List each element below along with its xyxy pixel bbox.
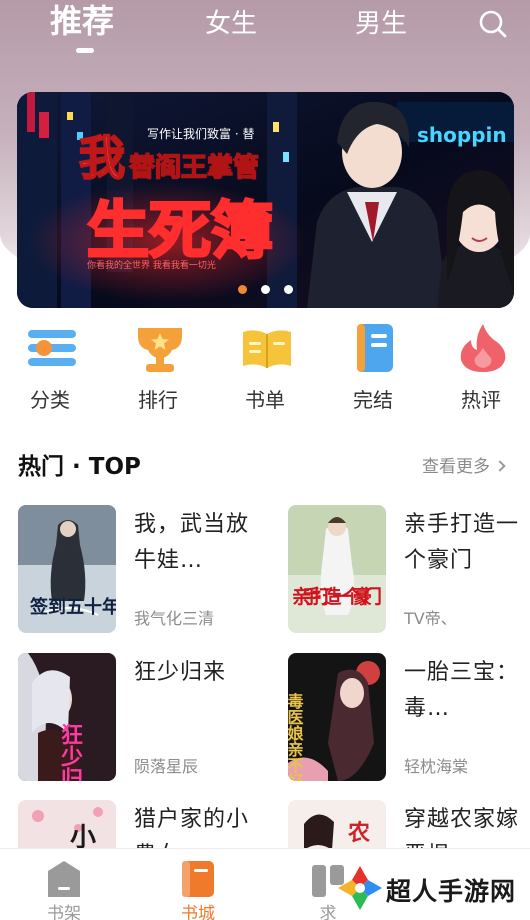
- book-card[interactable]: 毒医娘亲不好惹 一胎三宝：毒… 轻枕海棠: [288, 653, 530, 783]
- banner-tagline: 你看我的全世界 我看我看一切光: [87, 259, 216, 271]
- book-title: 亲手打造一个豪门: [404, 512, 520, 573]
- book-cover: 签到五十年: [18, 505, 116, 633]
- book-author: TV帝、: [404, 609, 457, 628]
- banner-headline-char: 我: [79, 131, 125, 185]
- menu-list-icon: [26, 322, 78, 374]
- book-author: 陨落星辰: [134, 757, 199, 776]
- book-done-icon: [349, 322, 401, 374]
- watermark-text: 超人手游网: [386, 877, 517, 906]
- shortcut-hot-reviews[interactable]: 热评: [431, 318, 530, 418]
- watermark: 超人手游网: [334, 862, 530, 918]
- see-more-label: 查看更多: [422, 457, 490, 477]
- section-title: 热门 · TOP: [18, 454, 141, 480]
- book-cover: 狂少归来: [18, 653, 116, 781]
- book-title: 狂少归来: [134, 660, 227, 685]
- book-cover: 毒医娘亲不好惹: [288, 653, 386, 781]
- category-shortcuts: 分类 排行 书单 完结 热评: [0, 318, 530, 418]
- tab-female[interactable]: 女生: [205, 6, 257, 42]
- shortcut-category[interactable]: 分类: [0, 318, 100, 418]
- carousel-dot[interactable]: [238, 285, 247, 294]
- cover-title: 农: [347, 820, 370, 846]
- chevron-right-icon: [494, 460, 506, 472]
- shortcut-label: 分类: [30, 388, 70, 412]
- book-title: 我，武当放牛娃…: [134, 512, 250, 573]
- banner-sign: shoppin: [417, 123, 507, 147]
- open-book-icon: [241, 322, 293, 374]
- banner-title: 生死簿: [87, 194, 273, 267]
- book-author: 我气化三清: [134, 609, 215, 628]
- nav-label: 书架: [47, 904, 81, 920]
- book-card[interactable]: 签到五十年 我，武当放牛娃… 我气化三清: [18, 505, 268, 635]
- trophy-icon: [134, 322, 186, 374]
- book-author: 轻枕海棠: [404, 757, 469, 776]
- cover-title: 亲手打造一个豪门: [292, 585, 382, 608]
- bookstore-icon: [176, 857, 220, 899]
- shortcut-booklist[interactable]: 书单: [215, 318, 315, 418]
- book-title: 一胎三宝：毒…: [404, 660, 520, 721]
- flame-icon: [457, 322, 509, 374]
- shortcut-label: 完结: [353, 388, 393, 412]
- tab-recommend[interactable]: 推荐: [50, 3, 114, 39]
- nav-bookstore[interactable]: 书城: [148, 849, 248, 920]
- bookshelf-icon: [42, 857, 86, 899]
- cover-title: 狂少归来: [57, 723, 84, 781]
- cover-title: 签到五十年: [29, 596, 116, 618]
- nav-label: 书城: [181, 904, 215, 920]
- watermark-logo-icon: [334, 862, 386, 914]
- carousel-dot[interactable]: [284, 285, 293, 294]
- active-tab-indicator: [76, 48, 94, 53]
- shortcut-label: 书单: [245, 388, 285, 412]
- promo-banner[interactable]: shoppin 我 写作让我们致富 · 替 替阎王掌管 生死簿 你看我的全世界 …: [17, 92, 514, 308]
- banner-line2: 替阎王掌管: [129, 153, 259, 183]
- book-card[interactable]: 狂少归来 狂少归来 陨落星辰: [18, 653, 268, 783]
- search-icon[interactable]: [477, 8, 509, 40]
- carousel-dots: [17, 279, 514, 298]
- shortcut-ranking[interactable]: 排行: [108, 318, 208, 418]
- shortcut-completed[interactable]: 完结: [323, 318, 423, 418]
- carousel-dot[interactable]: [261, 285, 270, 294]
- nav-bookshelf[interactable]: 书架: [14, 849, 114, 920]
- cover-title: 毒医娘亲不好惹: [288, 693, 305, 781]
- book-cover: 亲手打造一个豪门: [288, 505, 386, 633]
- banner-subtitle: 写作让我们致富 · 替: [147, 126, 254, 141]
- tab-male[interactable]: 男生: [355, 6, 407, 42]
- channel-tabs: 推荐 女生 男生: [0, 0, 530, 60]
- shortcut-label: 热评: [461, 388, 501, 412]
- see-more-link[interactable]: 查看更多: [422, 452, 506, 477]
- shortcut-label: 排行: [138, 388, 178, 412]
- book-card[interactable]: 亲手打造一个豪门 亲手打造一个豪门 TV帝、: [288, 505, 530, 635]
